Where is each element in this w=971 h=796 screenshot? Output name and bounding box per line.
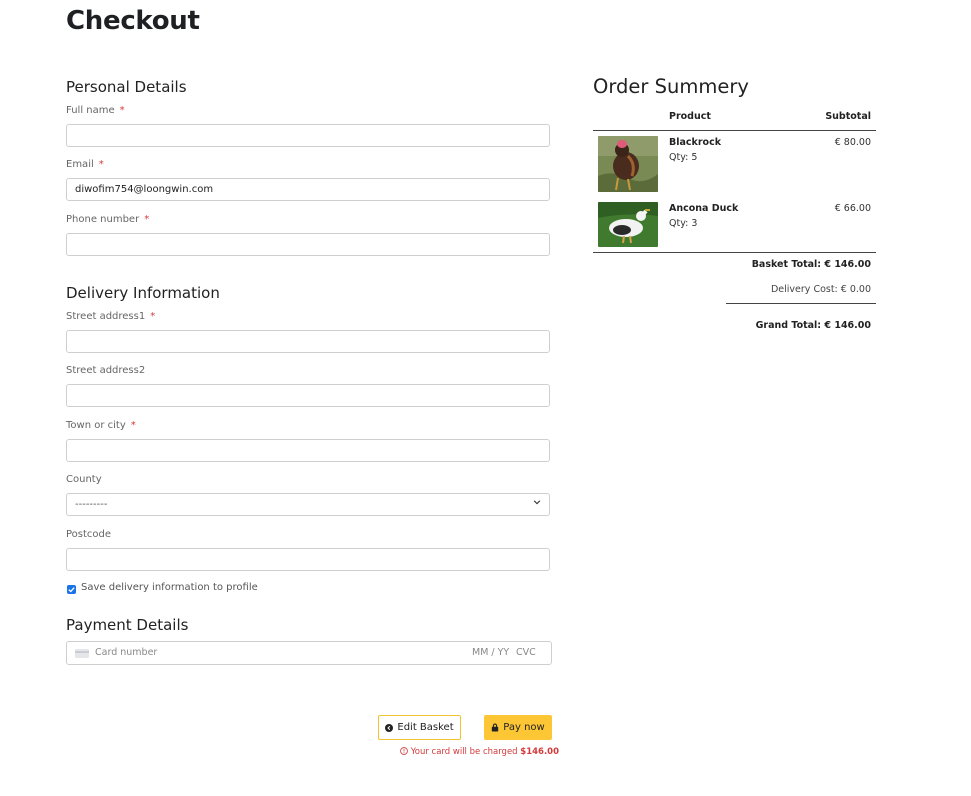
street2-input[interactable] xyxy=(66,384,550,407)
phone-input[interactable] xyxy=(66,233,550,256)
chevron-left-circle-icon xyxy=(385,723,394,732)
save-delivery-checkbox[interactable] xyxy=(67,585,76,594)
email-input[interactable]: diwofim754@loongwin.com xyxy=(66,178,550,201)
page-title: Checkout xyxy=(66,6,200,36)
payment-details-title: Payment Details xyxy=(66,616,189,634)
street1-input[interactable] xyxy=(66,330,550,353)
charge-amount: $146.00 xyxy=(520,747,559,757)
product-name: Ancona Duck xyxy=(669,203,739,214)
product-image-blackrock[interactable] xyxy=(598,136,658,192)
product-qty: Qty: 5 xyxy=(669,152,698,163)
duck-image xyxy=(598,202,658,247)
lock-icon xyxy=(492,723,499,732)
alert-circle-icon xyxy=(400,747,408,755)
card-expiry-placeholder: MM / YY xyxy=(472,647,510,658)
full-name-input[interactable] xyxy=(66,124,550,147)
street2-label: Street address2 xyxy=(66,365,146,376)
pay-now-label: Pay now xyxy=(503,722,545,733)
chevron-down-icon xyxy=(533,500,541,505)
save-delivery-label: Save delivery information to profile xyxy=(81,582,258,593)
county-selected-value: --------- xyxy=(75,499,108,510)
summary-divider xyxy=(593,130,876,131)
pay-now-button[interactable]: Pay now xyxy=(484,715,552,740)
grand-total: Grand Total: € 146.00 xyxy=(755,320,871,331)
card-number-placeholder: Card number xyxy=(95,647,158,658)
card-cvc-placeholder: CVC xyxy=(516,647,536,658)
charge-text: Your card will be charged xyxy=(410,747,518,757)
product-subtotal: € 66.00 xyxy=(834,203,871,214)
edit-basket-button[interactable]: Edit Basket xyxy=(378,715,461,740)
town-label: Town or city * xyxy=(66,420,136,431)
county-select[interactable]: --------- xyxy=(66,493,550,516)
postcode-label: Postcode xyxy=(66,529,112,540)
totals-divider xyxy=(726,303,876,304)
charge-warning: Your card will be charged $146.00 xyxy=(400,747,559,757)
email-label: Email * xyxy=(66,159,104,170)
card-element[interactable]: Card number MM / YY CVC xyxy=(66,641,552,665)
delivery-info-title: Delivery Information xyxy=(66,284,220,302)
order-summary-title: Order Summery xyxy=(593,75,749,98)
personal-details-title: Personal Details xyxy=(66,78,187,96)
product-image-ancona-duck[interactable] xyxy=(598,202,658,247)
basket-total: Basket Total: € 146.00 xyxy=(751,259,871,270)
check-icon xyxy=(68,587,75,593)
subtotal-column-header: Subtotal xyxy=(825,111,871,122)
postcode-input[interactable] xyxy=(66,548,550,571)
chicken-image xyxy=(598,136,658,192)
full-name-label: Full name * xyxy=(66,105,125,116)
edit-basket-label: Edit Basket xyxy=(397,722,454,733)
product-qty: Qty: 3 xyxy=(669,218,698,229)
credit-card-icon xyxy=(75,649,89,658)
county-label: County xyxy=(66,474,102,485)
product-subtotal: € 80.00 xyxy=(834,137,871,148)
street1-label: Street address1 * xyxy=(66,311,156,322)
product-column-header: Product xyxy=(669,111,711,122)
delivery-cost: Delivery Cost: € 0.00 xyxy=(770,284,871,295)
phone-label: Phone number * xyxy=(66,214,150,225)
town-input[interactable] xyxy=(66,439,550,462)
items-divider xyxy=(593,252,876,253)
product-name: Blackrock xyxy=(669,137,722,148)
